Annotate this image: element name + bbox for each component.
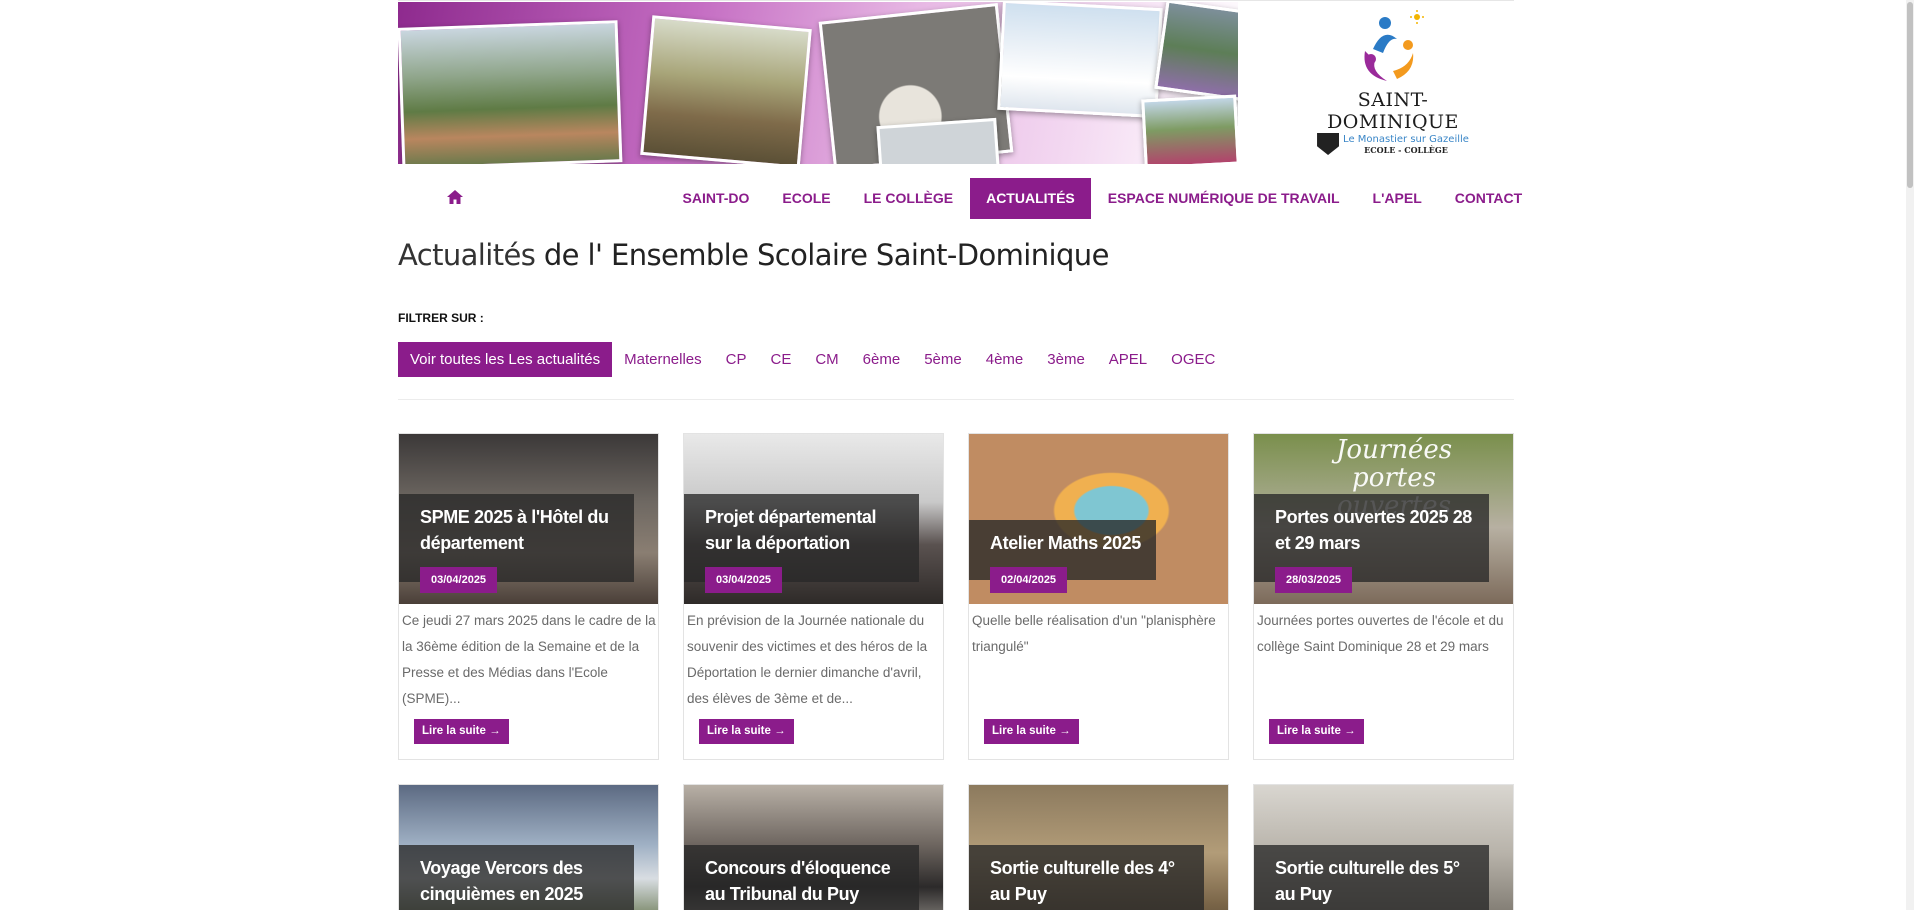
article-image[interactable]: SPME 2025 à l'Hôtel du département 03/04… — [399, 434, 658, 604]
flowers-photo — [876, 117, 1000, 164]
article-title[interactable]: SPME 2025 à l'Hôtel du département — [420, 504, 622, 556]
hiking-photo — [640, 15, 812, 164]
filter-3eme[interactable]: 3ème — [1035, 342, 1097, 377]
article-excerpt: Journées portes ouvertes de l'école et d… — [1257, 613, 1504, 654]
ski-photo — [997, 2, 1163, 119]
nav-items: SAINT-DO ECOLE LE COLLÈGE ACTUALITÉS ESP… — [666, 178, 1539, 220]
article-card[interactable]: Sortie culturelle des 4° au Puy — [968, 784, 1229, 910]
divider — [398, 399, 1514, 400]
filter-bar: Voir toutes les Les actualités Maternell… — [398, 342, 1227, 377]
site-logo[interactable]: SAINT-DOMINIQUE Le Monastier sur Gazeill… — [1298, 9, 1488, 159]
nav-item-contact[interactable]: CONTACT — [1438, 178, 1538, 219]
article-date: 02/04/2025 — [990, 567, 1068, 593]
page-title: Actualités de l' Ensemble Scolaire Saint… — [398, 238, 1109, 272]
home-icon[interactable] — [446, 188, 466, 208]
main-nav: SAINT-DO ECOLE LE COLLÈGE ACTUALITÉS ESP… — [398, 178, 1522, 220]
read-more-button[interactable]: Lire la suite → — [1269, 719, 1364, 744]
article-image[interactable]: Concours d'éloquence au Tribunal du Puy — [684, 785, 943, 910]
article-image[interactable]: Sortie culturelle des 4° au Puy — [969, 785, 1228, 910]
scroll-thumb[interactable] — [1907, 2, 1913, 188]
article-image[interactable]: Journées portes ouvertes Portes ouvertes… — [1254, 434, 1513, 604]
logo-subline: Le Monastier sur Gazeille ECOLE - COLLÈG… — [1298, 133, 1488, 155]
filter-apel[interactable]: APEL — [1097, 342, 1159, 377]
group-photo — [1154, 2, 1238, 103]
nav-item-ecole[interactable]: ECOLE — [766, 178, 847, 219]
nav-item-college[interactable]: LE COLLÈGE — [847, 178, 969, 219]
article-title[interactable]: Voyage Vercors des cinquièmes en 2025 — [420, 855, 622, 907]
filter-all[interactable]: Voir toutes les Les actualités — [398, 342, 613, 377]
article-card[interactable]: Voyage Vercors des cinquièmes en 2025 — [398, 784, 659, 910]
filter-5eme[interactable]: 5ème — [912, 342, 974, 377]
article-title[interactable]: Portes ouvertes 2025 28 et 29 mars — [1275, 504, 1477, 556]
article-date: 28/03/2025 — [1275, 567, 1353, 593]
page-title-main: de l' Ensemble Scolaire Saint-Dominique — [543, 238, 1110, 272]
article-card[interactable]: Concours d'éloquence au Tribunal du Puy — [683, 784, 944, 910]
article-excerpt: Ce jeudi 27 mars 2025 dans le cadre de l… — [402, 613, 656, 706]
article-excerpt: En prévision de la Journée nationale du … — [687, 613, 928, 706]
filter-ogec[interactable]: OGEC — [1159, 342, 1227, 377]
article-image[interactable]: Voyage Vercors des cinquièmes en 2025 — [399, 785, 658, 910]
read-more-button[interactable]: Lire la suite → — [414, 719, 509, 744]
nav-item-actualites[interactable]: ACTUALITÉS — [969, 178, 1092, 219]
article-card[interactable]: SPME 2025 à l'Hôtel du département 03/04… — [398, 433, 659, 760]
logo-kind: ECOLE - COLLÈGE — [1364, 144, 1448, 155]
nav-item-ent[interactable]: ESPACE NUMÉRIQUE DE TRAVAIL — [1091, 178, 1356, 219]
event-photo — [1141, 94, 1238, 164]
article-title[interactable]: Sortie culturelle des 5° au Puy — [1275, 855, 1477, 907]
logo-place: Le Monastier sur Gazeille — [1343, 133, 1469, 145]
logo-name: SAINT-DOMINIQUE — [1327, 89, 1459, 133]
article-title[interactable]: Atelier Maths 2025 — [990, 530, 1144, 556]
logo-lines: Le Monastier sur Gazeille ECOLE - COLLÈG… — [1343, 134, 1469, 155]
article-title[interactable]: Projet départemental sur la déportation — [705, 504, 907, 556]
filter-4eme[interactable]: 4ème — [974, 342, 1036, 377]
article-overlay: Sortie culturelle des 4° au Puy — [969, 845, 1204, 910]
page-title-light: Actualités — [398, 238, 536, 272]
crest-icon — [1317, 133, 1340, 155]
logo-figures-icon — [1364, 10, 1424, 81]
article-card[interactable]: Projet départemental sur la déportation … — [683, 433, 944, 760]
filter-maternelles[interactable]: Maternelles — [612, 342, 714, 377]
filter-cm[interactable]: CM — [803, 342, 850, 377]
article-title[interactable]: Concours d'éloquence au Tribunal du Puy — [705, 855, 907, 907]
photo-collage — [398, 2, 1238, 164]
village-photo — [398, 20, 623, 164]
scrollbar[interactable] — [1906, 0, 1914, 910]
article-image[interactable]: Atelier Maths 2025 02/04/2025 — [969, 434, 1228, 604]
article-card[interactable]: Sortie culturelle des 5° au Puy — [1253, 784, 1514, 910]
article-image[interactable]: Projet départemental sur la déportation … — [684, 434, 943, 604]
filter-6eme[interactable]: 6ème — [851, 342, 913, 377]
article-overlay: Voyage Vercors des cinquièmes en 2025 — [399, 845, 634, 910]
article-date: 03/04/2025 — [705, 567, 783, 593]
article-card[interactable]: Atelier Maths 2025 02/04/2025 Quelle bel… — [968, 433, 1229, 760]
nav-item-apel[interactable]: L'APEL — [1356, 178, 1438, 219]
filter-cp[interactable]: CP — [714, 342, 759, 377]
filter-label: FILTRER SUR : — [398, 311, 484, 325]
read-more-button[interactable]: Lire la suite → — [984, 719, 1079, 744]
article-overlay: Sortie culturelle des 5° au Puy — [1254, 845, 1489, 910]
article-excerpt: Quelle belle réalisation d'un "planisphè… — [972, 613, 1216, 654]
article-image[interactable]: Sortie culturelle des 5° au Puy — [1254, 785, 1513, 910]
filter-ce[interactable]: CE — [759, 342, 804, 377]
article-date: 03/04/2025 — [420, 567, 498, 593]
article-overlay: Concours d'éloquence au Tribunal du Puy — [684, 845, 919, 910]
read-more-button[interactable]: Lire la suite → — [699, 719, 794, 744]
nav-item-saint-do[interactable]: SAINT-DO — [666, 178, 766, 219]
header-banner: SAINT-DOMINIQUE Le Monastier sur Gazeill… — [398, 0, 1514, 164]
article-card[interactable]: Journées portes ouvertes Portes ouvertes… — [1253, 433, 1514, 760]
article-title[interactable]: Sortie culturelle des 4° au Puy — [990, 855, 1192, 907]
